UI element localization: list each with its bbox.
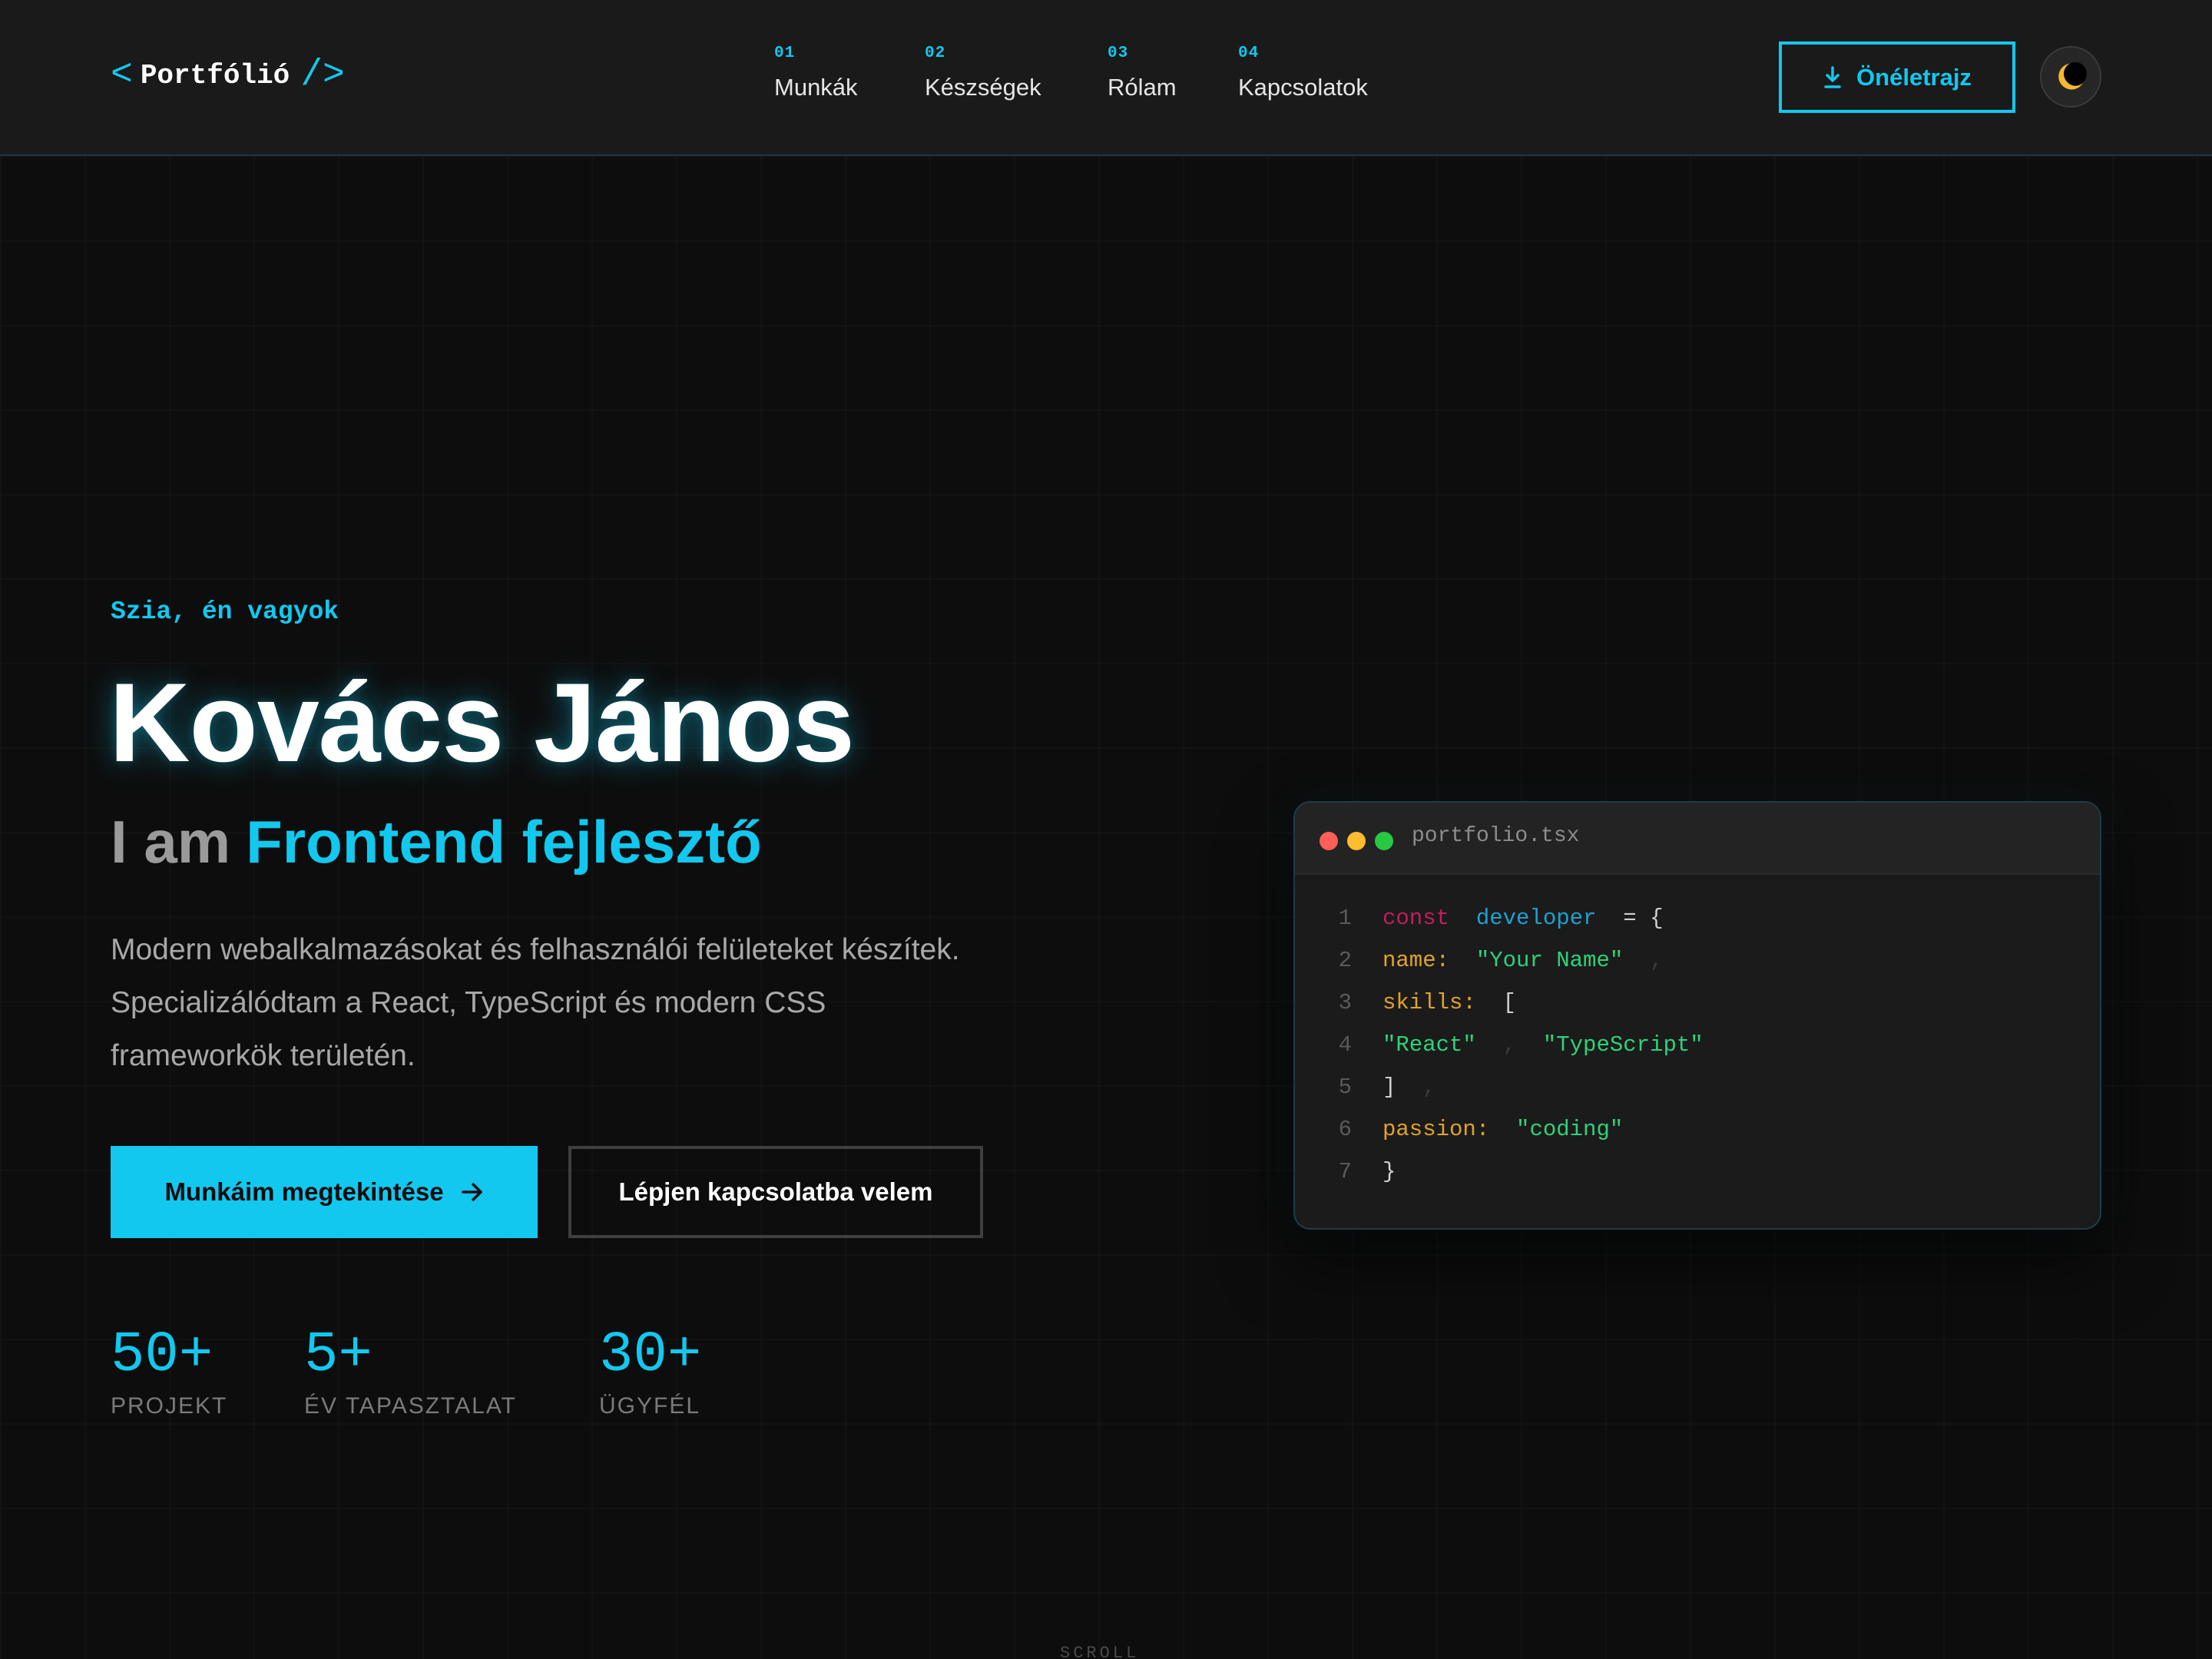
code-window-titlebar: portfolio.tsx (1295, 803, 2100, 875)
nav-label: Rólam (1108, 74, 1177, 101)
hero-role: I am Frontend fejlesztő (111, 806, 762, 877)
line-number: 6 (1338, 1117, 1352, 1142)
description-line: Modern webalkalmazásokat és felhasználói… (111, 933, 960, 966)
nav-number: 04 (1238, 45, 1260, 62)
code-token: , (1396, 1075, 1436, 1100)
code-filename: portfolio.tsx (1412, 824, 1580, 848)
minimize-dot-icon (1347, 832, 1366, 850)
line-number: 7 (1338, 1159, 1352, 1184)
code-text: ] , (1382, 1075, 1436, 1100)
code-token: ] (1382, 1075, 1396, 1100)
nav-label: Kapcsolatok (1238, 74, 1368, 101)
contact-me-label: Lépjen kapcsolatba velem (618, 1177, 933, 1206)
code-token: const (1382, 906, 1450, 931)
code-token: } (1382, 1159, 1396, 1184)
stat-projects: 50+ PROJEKT (111, 1323, 227, 1419)
code-token: = { (1596, 906, 1664, 931)
code-token: developer (1475, 906, 1597, 931)
close-dot-icon (1320, 832, 1338, 850)
code-token: passion: (1382, 1117, 1490, 1142)
logo-text: Portfólió (140, 59, 290, 91)
code-token: , (1475, 1032, 1543, 1058)
portfolio-page: < Portfólió /> 01 Munkák 02 Készségek 03… (0, 0, 2212, 1659)
logo[interactable]: < Portfólió /> (111, 51, 345, 100)
stat-label: PROJEKT (111, 1393, 228, 1419)
line-number: 3 (1338, 990, 1352, 1015)
role-title: Frontend fejlesztő (246, 808, 762, 876)
code-token: [ (1475, 990, 1517, 1015)
nav-item-kapcsolatok[interactable]: 04 Kapcsolatok (1238, 45, 1368, 101)
code-text: name: "Your Name" , (1382, 948, 1663, 973)
description-line: Specializálódtam a React, TypeScript és … (111, 986, 826, 1019)
line-number: 5 (1338, 1075, 1352, 1100)
code-token: "coding" (1516, 1117, 1624, 1142)
download-icon (1824, 65, 1841, 88)
role-prefix: I am (111, 808, 231, 876)
nav-number: 02 (925, 45, 946, 62)
scroll-hint: SCROLL (1060, 1644, 1140, 1659)
maximize-dot-icon (1375, 832, 1393, 850)
stat-value: 30+ (599, 1323, 702, 1388)
theme-toggle-button[interactable] (2040, 46, 2101, 108)
view-works-label: Munkáim megtekintése (164, 1177, 444, 1206)
nav-item-keszsegek[interactable]: 02 Készségek (925, 45, 1041, 101)
stat-value: 50+ (111, 1323, 214, 1388)
code-token: skills: (1382, 990, 1476, 1015)
nav-label: Munkák (774, 74, 858, 101)
code-text: skills: [ (1382, 990, 1516, 1015)
code-token: name: (1382, 948, 1450, 973)
code-token: "Your Name" (1475, 948, 1624, 973)
arrow-right-icon (461, 1183, 482, 1201)
logo-close-bracket: /> (300, 55, 345, 96)
code-token: "React" (1382, 1032, 1476, 1058)
code-text: "React" , "TypeScript" (1382, 1032, 1704, 1058)
hero-description: Modern webalkalmazásokat és felhasználói… (111, 923, 1063, 1082)
hero-name: Kovács János (109, 660, 855, 785)
view-works-button[interactable]: Munkáim megtekintése (111, 1146, 538, 1238)
moon-icon (2058, 62, 2087, 90)
line-number: 2 (1338, 948, 1352, 973)
code-token: "TypeScript" (1542, 1032, 1704, 1058)
code-text: } (1382, 1159, 1396, 1184)
line-number: 1 (1338, 906, 1352, 931)
code-text: const developer = { (1382, 906, 1663, 931)
nav-item-munkak[interactable]: 01 Munkák (774, 45, 858, 101)
nav-number: 03 (1108, 45, 1129, 62)
stat-clients: 30+ ÜGYFÉL (599, 1323, 701, 1419)
description-line: frameworkök területén. (111, 1039, 416, 1072)
cv-download-button[interactable]: Önéletrajz (1779, 41, 2015, 113)
cv-button-label: Önéletrajz (1856, 63, 1972, 91)
logo-open-bracket: < (111, 55, 133, 96)
stat-value: 5+ (304, 1323, 373, 1388)
code-editor-window: portfolio.tsx 1 const developer = { 2 name:… (1293, 801, 2101, 1230)
site-header: < Portfólió /> 01 Munkák 02 Készségek 03… (0, 0, 2212, 156)
stat-label: ÉV TAPASZTALAT (304, 1393, 517, 1419)
nav-label: Készségek (925, 74, 1041, 101)
code-text: passion: "coding" (1382, 1117, 1623, 1142)
line-number: 4 (1338, 1032, 1352, 1058)
contact-me-button[interactable]: Lépjen kapcsolatba velem (568, 1146, 983, 1238)
nav-number: 01 (774, 45, 796, 62)
stat-label: ÜGYFÉL (599, 1393, 701, 1419)
stat-experience: 5+ ÉV TAPASZTALAT (304, 1323, 517, 1419)
hero-greeting: Szia, én vagyok (111, 598, 339, 626)
code-token: , (1623, 948, 1664, 973)
nav-item-rolam[interactable]: 03 Rólam (1108, 45, 1177, 101)
